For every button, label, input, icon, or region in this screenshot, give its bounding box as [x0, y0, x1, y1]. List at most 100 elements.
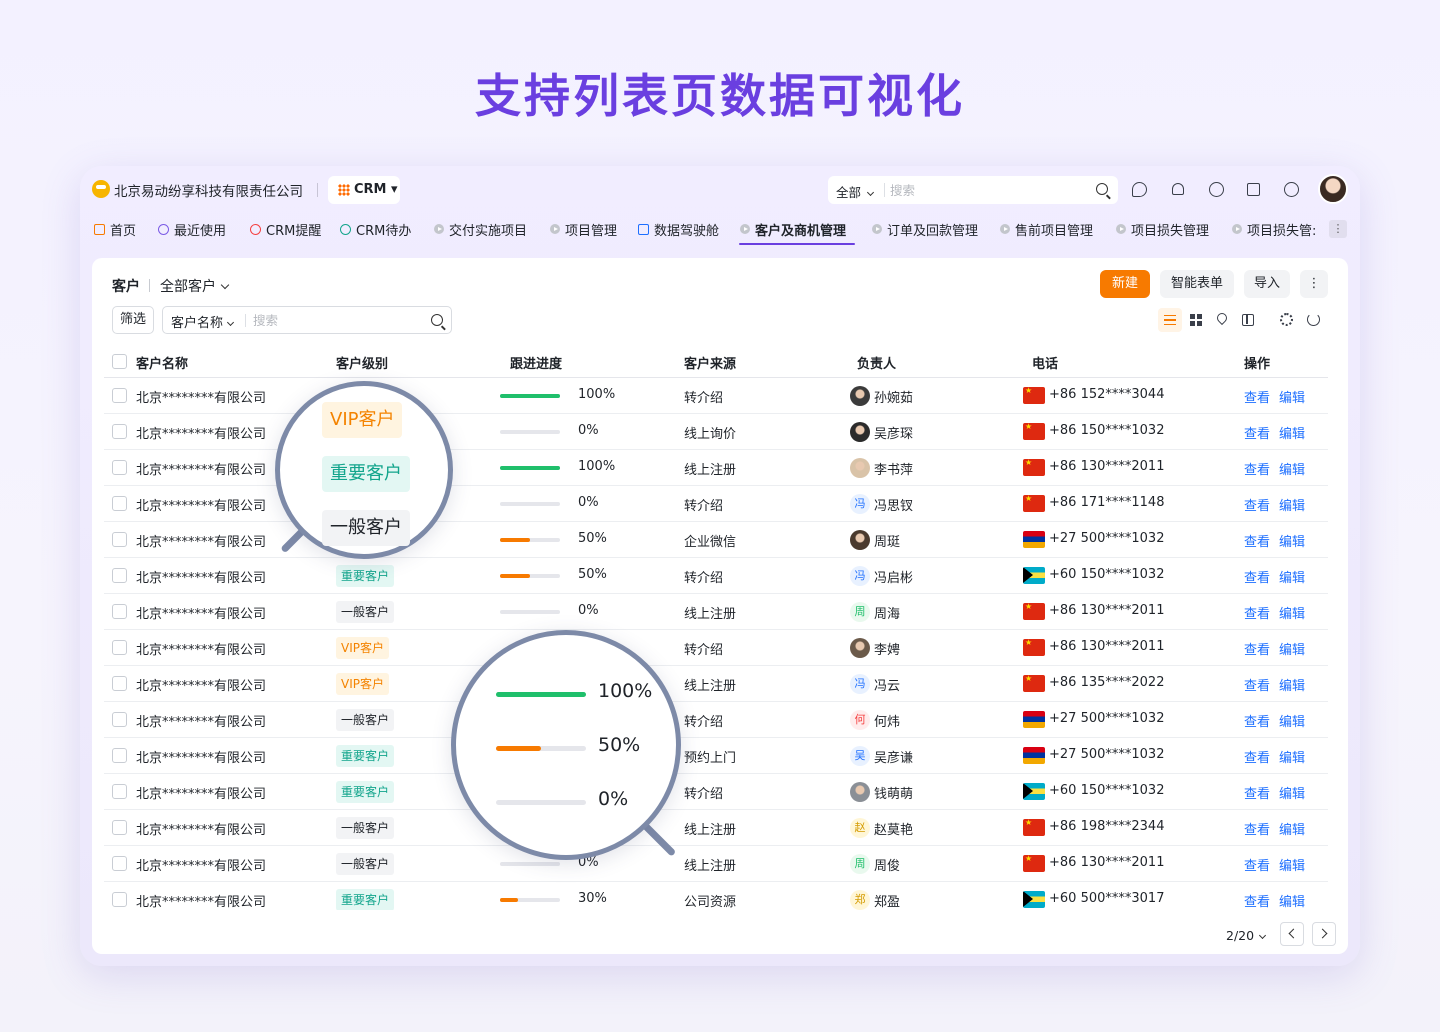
filter-button[interactable]: 筛选 [112, 306, 154, 334]
nav-tab[interactable]: 售前项目管理 [1000, 218, 1093, 240]
row-checkbox[interactable] [112, 604, 127, 619]
view-link[interactable]: 查看 [1244, 387, 1270, 406]
column-header[interactable]: 客户级别 [336, 353, 388, 372]
customer-name[interactable]: 北京********有限公司 [136, 639, 266, 658]
column-header[interactable]: 电话 [1032, 353, 1058, 372]
row-checkbox[interactable] [112, 496, 127, 511]
new-button[interactable]: 新建 [1100, 270, 1150, 298]
import-button[interactable]: 导入 [1244, 270, 1290, 298]
customer-name[interactable]: 北京********有限公司 [136, 459, 266, 478]
nav-tab[interactable]: 项目管理 [550, 218, 617, 240]
view-link[interactable]: 查看 [1244, 423, 1270, 442]
prev-page-button[interactable] [1280, 922, 1304, 946]
row-checkbox[interactable] [112, 748, 127, 763]
table-row[interactable]: 北京********有限公司 VIP客户 转介绍 李娉 +86 130****2011 查… [104, 630, 1328, 666]
customer-name[interactable]: 北京********有限公司 [136, 747, 266, 766]
nav-tab[interactable]: 项目损失管: [1232, 218, 1316, 240]
view-link[interactable]: 查看 [1244, 675, 1270, 694]
row-checkbox[interactable] [112, 460, 127, 475]
row-checkbox[interactable] [112, 820, 127, 835]
view-link[interactable]: 查看 [1244, 855, 1270, 874]
edit-link[interactable]: 编辑 [1279, 639, 1305, 658]
app-switcher-button[interactable]: CRM ▾ [328, 176, 400, 204]
row-checkbox[interactable] [112, 388, 127, 403]
notification-bell-icon[interactable] [1172, 183, 1184, 195]
list-view-button[interactable] [1158, 308, 1182, 332]
search-field-select[interactable]: 客户名称 [171, 312, 235, 331]
nav-tab[interactable]: CRM待办 [340, 218, 411, 240]
row-checkbox[interactable] [112, 712, 127, 727]
edit-link[interactable]: 编辑 [1279, 387, 1305, 406]
row-checkbox[interactable] [112, 856, 127, 871]
customer-name[interactable]: 北京********有限公司 [136, 675, 266, 694]
edit-link[interactable]: 编辑 [1279, 459, 1305, 478]
customer-name[interactable]: 北京********有限公司 [136, 855, 266, 874]
column-header[interactable]: 跟进进度 [510, 353, 562, 372]
edit-link[interactable]: 编辑 [1279, 711, 1305, 730]
nav-tab[interactable]: 客户及商机管理 [740, 218, 846, 240]
row-checkbox[interactable] [112, 892, 127, 907]
settings-gear-icon[interactable] [1280, 313, 1293, 326]
edit-link[interactable]: 编辑 [1279, 783, 1305, 802]
table-row[interactable]: 北京********有限公司 100% 转介绍 孙婉茹 +86 152****3044 查… [104, 378, 1328, 414]
nav-tab[interactable]: 交付实施项目 [434, 218, 527, 240]
view-link[interactable]: 查看 [1244, 603, 1270, 622]
edit-link[interactable]: 编辑 [1279, 747, 1305, 766]
edit-link[interactable]: 编辑 [1279, 531, 1305, 550]
view-link[interactable]: 查看 [1244, 531, 1270, 550]
nav-tab[interactable]: CRM提醒 [250, 218, 321, 240]
customer-name[interactable]: 北京********有限公司 [136, 567, 266, 586]
customer-name[interactable]: 北京********有限公司 [136, 603, 266, 622]
table-row[interactable]: 北京********有限公司 重要客户 预约上门 吴吴彦谦 +27 500****103… [104, 738, 1328, 774]
customer-name[interactable]: 北京********有限公司 [136, 819, 266, 838]
view-link[interactable]: 查看 [1244, 639, 1270, 658]
help-icon[interactable] [1284, 182, 1299, 197]
nav-tab[interactable]: 最近使用 [158, 218, 226, 240]
edit-link[interactable]: 编辑 [1279, 603, 1305, 622]
edit-link[interactable]: 编辑 [1279, 495, 1305, 514]
edit-link[interactable]: 编辑 [1279, 855, 1305, 874]
smart-form-button[interactable]: 智能表单 [1160, 270, 1234, 298]
table-row[interactable]: 北京********有限公司 重要客户 50% 转介绍 冯冯启彬 +60 150****1… [104, 558, 1328, 594]
view-link[interactable]: 查看 [1244, 819, 1270, 838]
list-search-input[interactable] [253, 311, 413, 329]
edit-link[interactable]: 编辑 [1279, 675, 1305, 694]
table-row[interactable]: 北京********有限公司 一般客户 转介绍 何何炜 +27 500****1032 查… [104, 702, 1328, 738]
view-select[interactable]: 全部客户 [160, 276, 230, 296]
view-link[interactable]: 查看 [1244, 891, 1270, 910]
table-row[interactable]: 北京********有限公司 重要客户 转介绍 钱萌萌 +60 150****1032 查… [104, 774, 1328, 810]
select-all-checkbox[interactable] [112, 354, 127, 369]
view-link[interactable]: 查看 [1244, 495, 1270, 514]
customer-name[interactable]: 北京********有限公司 [136, 891, 266, 910]
search-icon[interactable] [1096, 183, 1108, 195]
table-row[interactable]: 北京********有限公司一般客户0%线上注册周周俊+86 130****20… [104, 846, 1328, 882]
page-indicator[interactable]: 2/20 [1226, 928, 1267, 943]
more-actions-button[interactable]: ⋮ [1300, 270, 1328, 298]
next-page-button[interactable] [1312, 922, 1336, 946]
user-avatar[interactable] [1318, 174, 1348, 204]
edit-link[interactable]: 编辑 [1279, 891, 1305, 910]
view-link[interactable]: 查看 [1244, 567, 1270, 586]
row-checkbox[interactable] [112, 568, 127, 583]
row-checkbox[interactable] [112, 424, 127, 439]
nav-tab[interactable]: 订单及回款管理 [872, 218, 978, 240]
customer-name[interactable]: 北京********有限公司 [136, 711, 266, 730]
table-row[interactable]: 北京********有限公司 重要客户 30% 公司资源 郑郑盈 +60 500****3… [104, 882, 1328, 910]
edit-link[interactable]: 编辑 [1279, 819, 1305, 838]
row-checkbox[interactable] [112, 640, 127, 655]
customer-name[interactable]: 北京********有限公司 [136, 495, 266, 514]
grid-view-button[interactable] [1184, 308, 1208, 332]
nav-tab[interactable]: 数据驾驶舱 [638, 218, 719, 240]
search-scope-select[interactable]: 全部 [836, 182, 875, 201]
more-tabs-icon[interactable]: ⋮ [1329, 220, 1347, 238]
inbox-icon[interactable] [1247, 183, 1260, 196]
row-checkbox[interactable] [112, 784, 127, 799]
column-header[interactable]: 客户名称 [136, 353, 188, 372]
nav-tab[interactable]: 首页 [94, 218, 136, 240]
edit-link[interactable]: 编辑 [1279, 567, 1305, 586]
view-link[interactable]: 查看 [1244, 459, 1270, 478]
split-view-button[interactable] [1236, 308, 1260, 332]
search-icon[interactable] [431, 314, 443, 326]
column-header[interactable]: 客户来源 [684, 353, 736, 372]
table-row[interactable]: 北京********有限公司 VIP客户 线上注册 冯冯云 +86 135****202… [104, 666, 1328, 702]
